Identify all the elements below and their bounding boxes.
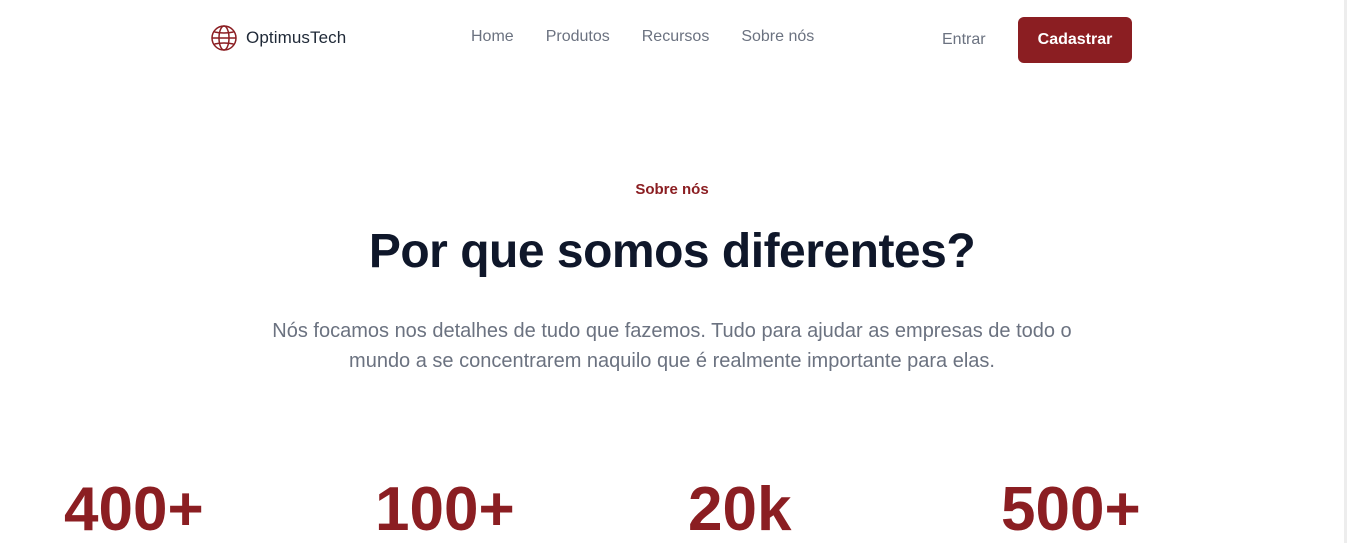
stat-value: 100+ [375, 475, 515, 543]
section-description: Nós focamos nos detalhes de tudo que faz… [272, 320, 1072, 372]
nav-sobre-nos[interactable]: Sobre nós [741, 27, 814, 47]
signup-button[interactable]: Cadastrar [1018, 17, 1132, 63]
section-eyebrow: Sobre nós [635, 181, 709, 198]
stat-value: 400+ [64, 475, 204, 543]
nav-produtos[interactable]: Produtos [546, 27, 610, 47]
stat-value: 20k [688, 475, 792, 543]
nav-recursos[interactable]: Recursos [642, 27, 710, 47]
nav-home[interactable]: Home [471, 27, 514, 47]
logo-text: OptimusTech [246, 28, 347, 47]
globe-icon [211, 25, 237, 51]
main-nav: Home Produtos Recursos Sobre nós [471, 27, 814, 47]
section-title: Por que somos diferentes? [368, 225, 976, 278]
site-header: OptimusTech Home Produtos Recursos Sobre… [0, 0, 1344, 80]
stat-value: 500+ [1001, 475, 1141, 543]
page: OptimusTech Home Produtos Recursos Sobre… [0, 0, 1347, 543]
login-link[interactable]: Entrar [942, 30, 986, 50]
logo[interactable]: OptimusTech [210, 24, 346, 52]
